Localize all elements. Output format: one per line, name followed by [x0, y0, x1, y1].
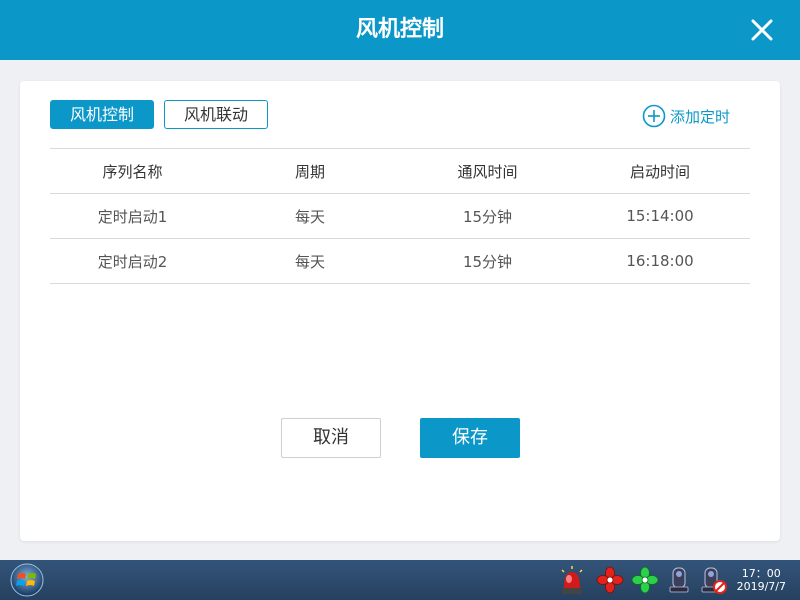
clock-time: 17：00 — [741, 567, 781, 580]
table-header: 序列名称 周期 通风时间 启动时间 — [50, 148, 750, 194]
window-title: 风机控制 — [355, 17, 444, 42]
sequence-name-cell: 定时启动1 — [97, 207, 168, 226]
alarm-siren-icon[interactable] — [557, 564, 587, 596]
start-time-cell: 16:18:00 — [626, 252, 694, 270]
cycle-cell: 每天 — [294, 252, 325, 271]
plus-circle-icon — [642, 104, 666, 128]
title-bar: 风机控制 — [0, 0, 800, 60]
taskbar-clock[interactable]: 17：00 2019/7/7 — [737, 567, 786, 593]
fan-green-icon[interactable] — [630, 564, 660, 596]
content-panel: 风机控制 风机联动 添加定时 序列名称 周期 通风时间 启动时间 定时启动1 每… — [20, 81, 780, 541]
close-icon[interactable] — [746, 14, 778, 46]
camera-device-disabled-icon[interactable] — [698, 564, 728, 596]
add-timer-button[interactable]: 添加定时 — [642, 104, 730, 128]
taskbar: 17：00 2019/7/7 — [0, 560, 800, 600]
clock-date: 2019/7/7 — [736, 580, 786, 593]
cancel-button[interactable]: 取消 — [281, 418, 381, 458]
camera-device-icon[interactable] — [664, 564, 694, 596]
table-row[interactable]: 定时启动2 每天 15分钟 16:18:00 — [50, 239, 750, 284]
column-header: 序列名称 — [102, 162, 163, 181]
windows-start-icon[interactable] — [8, 562, 46, 598]
tab-fan-control[interactable]: 风机控制 — [50, 100, 154, 129]
timer-table: 序列名称 周期 通风时间 启动时间 定时启动1 每天 15分钟 15:14:00… — [50, 148, 750, 284]
column-header: 通风时间 — [457, 162, 518, 181]
start-time-cell: 15:14:00 — [626, 207, 694, 225]
fan-red-icon[interactable] — [595, 564, 625, 596]
sequence-name-cell: 定时启动2 — [97, 252, 168, 271]
tab-fan-linkage[interactable]: 风机联动 — [164, 100, 268, 129]
ventilation-time-cell: 15分钟 — [462, 252, 513, 271]
ventilation-time-cell: 15分钟 — [462, 207, 513, 226]
table-row[interactable]: 定时启动1 每天 15分钟 15:14:00 — [50, 194, 750, 239]
add-timer-label: 添加定时 — [669, 107, 730, 126]
column-header: 周期 — [294, 162, 325, 181]
save-button[interactable]: 保存 — [420, 418, 520, 458]
column-header: 启动时间 — [629, 162, 690, 181]
cycle-cell: 每天 — [294, 207, 325, 226]
